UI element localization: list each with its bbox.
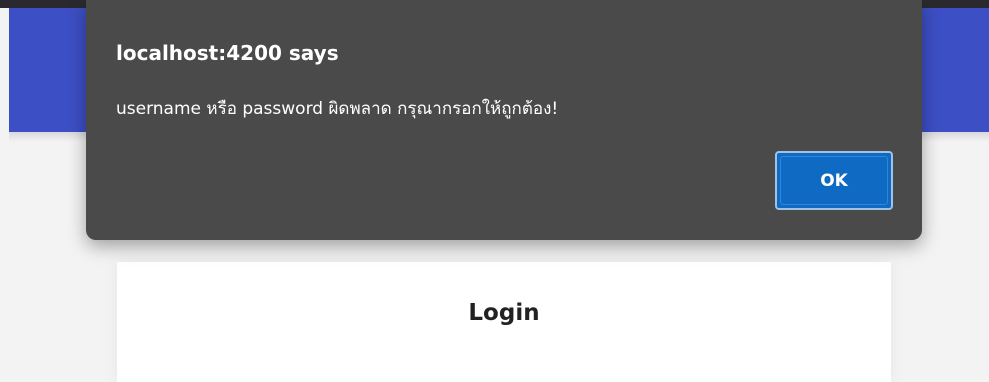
alert-dialog: localhost:4200 says username หรือ passwo… (86, 0, 922, 240)
ok-button[interactable]: OK (775, 151, 893, 210)
alert-message: username หรือ password ผิดพลาด กรุณากรอก… (116, 99, 559, 119)
ok-button-label: OK (820, 170, 848, 191)
ok-button-focus-ring: OK (780, 156, 888, 205)
login-title: Login (468, 300, 540, 326)
login-card: Login (117, 262, 891, 382)
alert-title: localhost:4200 says (116, 41, 339, 65)
